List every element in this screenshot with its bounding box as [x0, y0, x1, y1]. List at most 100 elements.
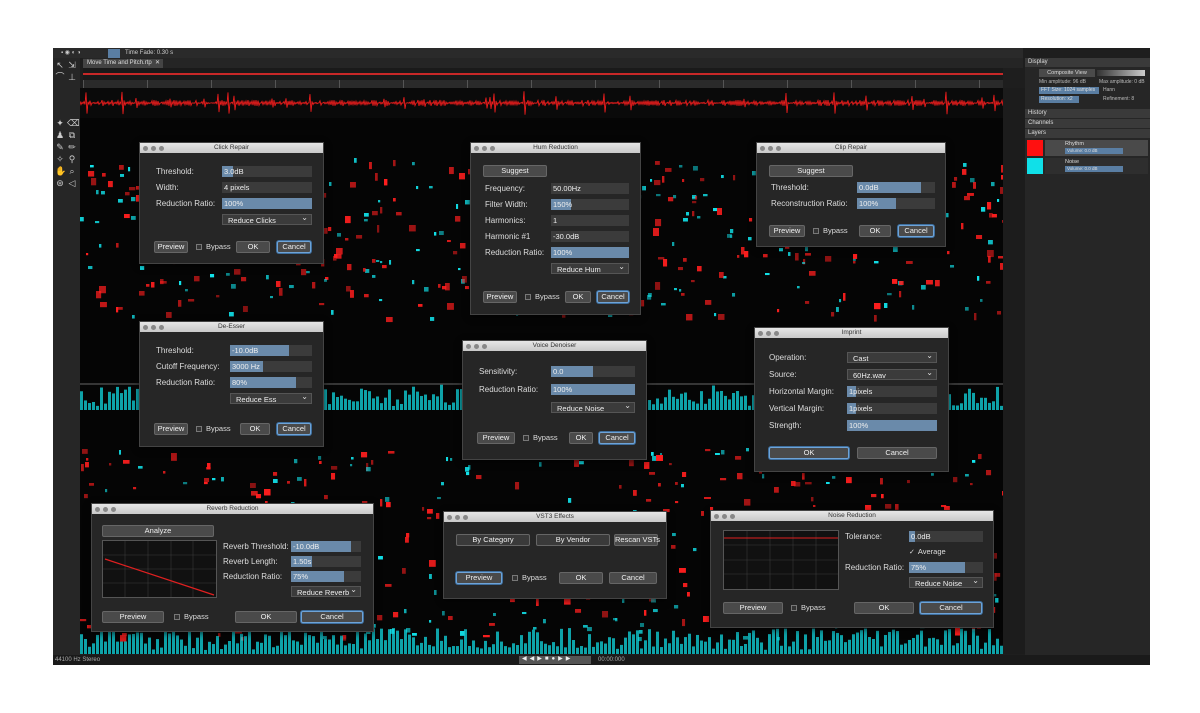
clone-icon[interactable]: ⧉	[67, 130, 77, 140]
window-controls[interactable]	[760, 145, 784, 155]
preview-button[interactable]: Preview	[456, 572, 502, 584]
preview-button[interactable]: Preview	[477, 432, 515, 444]
preview-button[interactable]: Preview	[769, 225, 805, 237]
operation-select[interactable]: Cast	[847, 350, 937, 363]
reduction-ratio-slider[interactable]: 75%	[909, 562, 983, 573]
lasso-icon[interactable]: ⌒	[55, 72, 65, 82]
bypass-checkbox[interactable]: Bypass	[813, 225, 848, 236]
dialog-title[interactable]: VST3 Effects	[444, 512, 666, 522]
stamp-icon[interactable]: ♟	[55, 130, 65, 140]
window-controls[interactable]	[714, 513, 738, 523]
average-checkbox[interactable]: ✓ Average	[909, 546, 946, 558]
analyze-button[interactable]: Analyze	[102, 525, 214, 537]
dialog-title[interactable]: Noise Reduction	[711, 511, 993, 521]
vertical-margin-slider[interactable]: 1pixels	[847, 403, 937, 414]
display-panel-header[interactable]: Display	[1025, 58, 1150, 67]
filter-width-slider[interactable]: 150%	[551, 199, 629, 210]
noise-profile-graph[interactable]	[723, 530, 839, 590]
by-category-button[interactable]: By Category	[456, 534, 530, 546]
layer-color-swatch[interactable]	[1027, 158, 1043, 174]
fade-toggle[interactable]	[108, 49, 120, 58]
source-select[interactable]: 60Hz.wav	[847, 367, 937, 380]
file-tab[interactable]: Move Time and Pitch.rtp ✕	[83, 59, 163, 68]
suggest-button[interactable]: Suggest	[483, 165, 547, 177]
pencil-icon[interactable]: ✏	[67, 142, 77, 152]
reverb-decay-graph[interactable]	[102, 540, 217, 598]
bypass-checkbox[interactable]: Bypass	[196, 423, 231, 434]
layer-row[interactable]: Rhythm Volume: 0.0 dB	[1045, 140, 1148, 156]
mode-select[interactable]: Reduce Hum	[551, 261, 629, 274]
threshold-slider[interactable]: 0.0dB	[857, 182, 935, 193]
ok-button[interactable]: OK	[235, 611, 297, 623]
cancel-button[interactable]: Cancel	[898, 225, 934, 237]
toolbar-icons[interactable]: ▪ ◉ ◐ ◑	[61, 49, 81, 57]
reconstruction-ratio-slider[interactable]: 100%	[857, 198, 935, 209]
hand-icon[interactable]: ✋	[55, 166, 66, 176]
transport-controls[interactable]: ◀◀▶■●▶▶	[519, 656, 591, 664]
cancel-button[interactable]: Cancel	[277, 423, 311, 435]
cancel-button[interactable]: Cancel	[857, 447, 937, 459]
resolution[interactable]: Resolution: x2	[1039, 96, 1079, 103]
gain-gradient[interactable]	[1097, 70, 1145, 76]
preview-button[interactable]: Preview	[102, 611, 164, 623]
mode-select[interactable]: Reduce Clicks	[222, 212, 312, 225]
ok-button[interactable]: OK	[559, 572, 603, 584]
tolerance-slider[interactable]: 0.0dB	[909, 531, 983, 542]
reverb-threshold-slider[interactable]: -10.0dB	[291, 541, 361, 552]
width-field[interactable]: 4 pixels	[222, 182, 312, 193]
reduction-ratio-slider[interactable]: 75%	[291, 571, 361, 582]
by-vendor-button[interactable]: By Vendor	[536, 534, 610, 546]
ok-button[interactable]: OK	[240, 423, 270, 435]
window-controls[interactable]	[474, 145, 498, 155]
layers-panel-header[interactable]: Layers	[1025, 129, 1150, 138]
preview-button[interactable]: Preview	[723, 602, 783, 614]
bypass-checkbox[interactable]: Bypass	[196, 241, 231, 252]
ok-button[interactable]: OK	[569, 432, 593, 444]
cancel-button[interactable]: Cancel	[599, 432, 635, 444]
threshold-slider[interactable]: 3.0dB	[222, 166, 312, 177]
speaker-icon[interactable]: ◁	[67, 178, 77, 188]
window-type[interactable]: Hann	[1103, 87, 1115, 93]
dialog-title[interactable]: Reverb Reduction	[92, 504, 373, 514]
horizontal-margin-slider[interactable]: 1pixels	[847, 386, 937, 397]
bypass-checkbox[interactable]: Bypass	[791, 602, 826, 613]
bypass-checkbox[interactable]: Bypass	[525, 291, 560, 302]
window-controls[interactable]	[95, 506, 119, 516]
ok-button[interactable]: OK	[859, 225, 891, 237]
layer-volume[interactable]: Volume: 0.0 dB	[1065, 148, 1123, 154]
overview-bar[interactable]	[83, 68, 1003, 80]
dialog-title[interactable]: Voice Denoiser	[463, 341, 646, 351]
dialog-title[interactable]: De-Esser	[140, 322, 323, 332]
window-controls[interactable]	[143, 145, 167, 155]
reduction-ratio-slider[interactable]: 80%	[230, 377, 312, 388]
bypass-checkbox[interactable]: Bypass	[512, 572, 547, 583]
harmonic-1-field[interactable]: -30.0dB	[551, 231, 629, 242]
threshold-slider[interactable]: -10.0dB	[230, 345, 312, 356]
preview-button[interactable]: Preview	[483, 291, 517, 303]
dialog-title[interactable]: Imprint	[755, 328, 948, 338]
dialog-title[interactable]: Clip Repair	[757, 143, 945, 153]
ok-button[interactable]: OK	[236, 241, 270, 253]
reduction-ratio-slider[interactable]: 100%	[222, 198, 312, 209]
reverb-length-slider[interactable]: 1.50s	[291, 556, 361, 567]
layer-color-swatch[interactable]	[1027, 140, 1043, 156]
magic-wand-icon[interactable]: ✧	[55, 154, 65, 164]
time-select-icon[interactable]: ⇲	[67, 60, 77, 70]
window-controls[interactable]	[447, 514, 471, 524]
close-icon[interactable]: ✕	[155, 59, 160, 68]
layer-row[interactable]: Noise Volume: 0.0 dB	[1045, 158, 1148, 174]
ok-button[interactable]: OK	[769, 447, 849, 459]
composite-view-button[interactable]: Composite View	[1039, 69, 1095, 77]
mode-select[interactable]: Reduce Ess	[230, 391, 312, 404]
layer-volume[interactable]: Volume: 0.0 dB	[1065, 166, 1123, 172]
cancel-button[interactable]: Cancel	[597, 291, 629, 303]
cancel-button[interactable]: Cancel	[609, 572, 657, 584]
window-controls[interactable]	[758, 330, 782, 340]
mode-select[interactable]: Reduce Noise	[909, 575, 983, 588]
bypass-checkbox[interactable]: Bypass	[523, 432, 558, 443]
preview-button[interactable]: Preview	[154, 241, 188, 253]
select-tool-icon[interactable]: ↖	[55, 60, 65, 70]
cancel-button[interactable]: Cancel	[277, 241, 311, 253]
channels-panel-header[interactable]: Channels	[1025, 119, 1150, 128]
eraser-icon[interactable]: ⌫	[67, 118, 80, 128]
